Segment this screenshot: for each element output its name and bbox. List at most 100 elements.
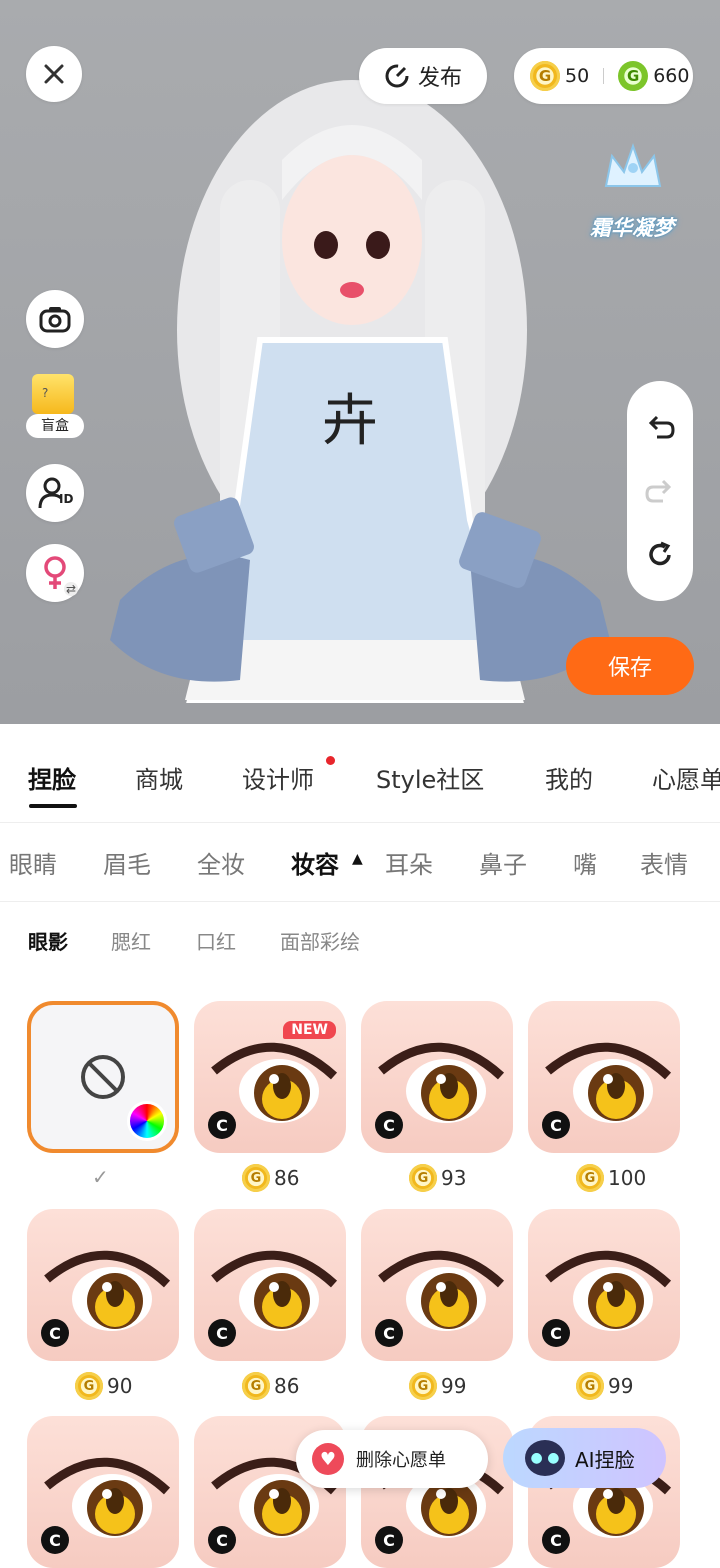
gold-coin-icon: G: [409, 1164, 437, 1192]
reset-button[interactable]: [627, 525, 693, 585]
blindbox-icon: ?: [32, 374, 74, 414]
publish-icon: [385, 64, 409, 88]
category-face-paint[interactable]: 面部彩绘: [280, 926, 360, 955]
publish-label: 发布: [417, 66, 462, 91]
creator-badge: C: [208, 1526, 236, 1554]
camera-icon: [39, 307, 71, 333]
save-button[interactable]: 保存: [566, 637, 694, 695]
history-panel: [627, 381, 693, 601]
category-blush[interactable]: 腮红: [111, 926, 151, 955]
price-value: 99: [441, 1374, 467, 1398]
subtab-nose[interactable]: 鼻子: [479, 845, 527, 880]
item-price: G 99: [576, 1369, 633, 1403]
caret-up-icon: ▲: [352, 851, 363, 867]
price-value: 93: [441, 1166, 467, 1190]
selected-check-icon: ✓: [92, 1165, 109, 1189]
category-lipstick[interactable]: 口红: [196, 926, 236, 955]
notification-dot: [326, 756, 335, 765]
eyeshadow-item[interactable]: C: [361, 1001, 513, 1153]
avatar-id-button[interactable]: ID: [26, 464, 84, 522]
eyeshadow-item[interactable]: C: [361, 1209, 513, 1361]
item-price: G 99: [409, 1369, 466, 1403]
undo-button[interactable]: [627, 397, 693, 457]
crown-icon: [604, 142, 662, 187]
tab-face[interactable]: 捏脸: [28, 760, 76, 795]
creator-badge: C: [208, 1111, 236, 1139]
price-value: 90: [107, 1374, 133, 1398]
item-price: G 90: [75, 1369, 132, 1403]
subtab-expression[interactable]: 表情: [640, 845, 688, 880]
creator-badge: C: [542, 1319, 570, 1347]
item-price: G 100: [576, 1161, 646, 1195]
remove-wishlist-label: 删除心愿单: [356, 1450, 446, 1471]
eyeshadow-item[interactable]: C: [194, 1209, 346, 1361]
close-icon: [44, 64, 64, 84]
eyeshadow-item[interactable]: C: [528, 1209, 680, 1361]
title-badge[interactable]: 霜华凝梦: [572, 212, 692, 242]
creator-badge: C: [375, 1111, 403, 1139]
main-tab-bar: 捏脸 商城 设计师 Style社区 我的 心愿单: [0, 724, 720, 823]
price-value: 86: [274, 1374, 300, 1398]
reset-icon: [649, 541, 671, 566]
swap-icon: ⇄: [63, 582, 78, 596]
avatar-figure: 卉: [110, 80, 610, 703]
creator-badge: C: [41, 1319, 69, 1347]
item-price: G 93: [409, 1161, 466, 1195]
eyeshadow-item[interactable]: C: [27, 1209, 179, 1361]
camera-button[interactable]: [26, 290, 84, 348]
subtab-eyes[interactable]: 眼睛: [9, 845, 57, 880]
gold-coin-icon: G: [242, 1164, 270, 1192]
avatar-preview[interactable]: 卉 发布 G 50 G 660 霜华凝梦 ? 盲盒 ID ⇄ 保存: [0, 0, 720, 724]
creator-badge: C: [375, 1319, 403, 1347]
svg-text:卉: 卉: [322, 389, 378, 454]
creator-badge: C: [208, 1319, 236, 1347]
tab-shop[interactable]: 商城: [135, 760, 183, 795]
tab-wishlist[interactable]: 心愿单: [652, 760, 720, 795]
green-coin-icon: G: [618, 61, 649, 91]
no-makeup-option[interactable]: [27, 1001, 179, 1153]
eyeshadow-item[interactable]: C NEW: [194, 1001, 346, 1153]
subtab-eyebrows[interactable]: 眉毛: [103, 845, 151, 880]
tab-mine[interactable]: 我的: [545, 760, 593, 795]
price-value: 100: [608, 1166, 647, 1190]
blindbox-button[interactable]: ? 盲盒: [26, 374, 84, 440]
subtab-makeup[interactable]: 妆容: [291, 845, 339, 880]
green-coin-count: 660: [653, 65, 690, 87]
tab-designer[interactable]: 设计师: [242, 760, 314, 795]
currency-divider: [603, 68, 605, 84]
subtab-ears[interactable]: 耳朵: [385, 845, 433, 880]
item-price: G 86: [242, 1161, 299, 1195]
currency-display[interactable]: G 50 G 660: [514, 48, 693, 104]
blindbox-label: 盲盒: [26, 414, 84, 438]
tab-style-community[interactable]: Style社区: [376, 760, 484, 795]
category-eyeshadow[interactable]: 眼影: [28, 926, 68, 955]
redo-icon: [645, 479, 672, 503]
eyeshadow-item[interactable]: C: [27, 1416, 179, 1568]
gender-switch-button[interactable]: ⇄: [26, 544, 84, 602]
subtab-mouth[interactable]: 嘴: [573, 845, 597, 880]
gold-coin-icon: G: [576, 1372, 604, 1400]
gold-coin-count: 50: [565, 65, 590, 87]
creator-badge: C: [375, 1526, 403, 1554]
color-wheel-icon[interactable]: [127, 1101, 167, 1141]
eyeshadow-item[interactable]: C: [528, 1001, 680, 1153]
new-badge: NEW: [283, 1021, 336, 1039]
price-value: 86: [274, 1166, 300, 1190]
id-label: ID: [59, 492, 74, 506]
heart-icon: ♥: [312, 1443, 344, 1475]
ai-face-label: AI捏脸: [575, 1447, 635, 1472]
redo-button[interactable]: [627, 461, 693, 521]
creator-badge: C: [542, 1526, 570, 1554]
publish-button[interactable]: 发布: [359, 48, 487, 104]
ai-face-button[interactable]: ● ● AI捏脸: [503, 1428, 666, 1488]
creator-badge: C: [41, 1526, 69, 1554]
subtab-full-makeup[interactable]: 全妆: [197, 845, 245, 880]
item-price: G 86: [242, 1369, 299, 1403]
gold-coin-icon: G: [242, 1372, 270, 1400]
close-button[interactable]: [26, 46, 82, 102]
gold-coin-icon: G: [409, 1372, 437, 1400]
remove-wishlist-button[interactable]: ♥ 删除心愿单: [296, 1430, 488, 1488]
price-value: 99: [608, 1374, 634, 1398]
category-tab-bar: 眼影 腮红 口红 面部彩绘: [0, 902, 720, 982]
undo-icon: [648, 415, 675, 439]
